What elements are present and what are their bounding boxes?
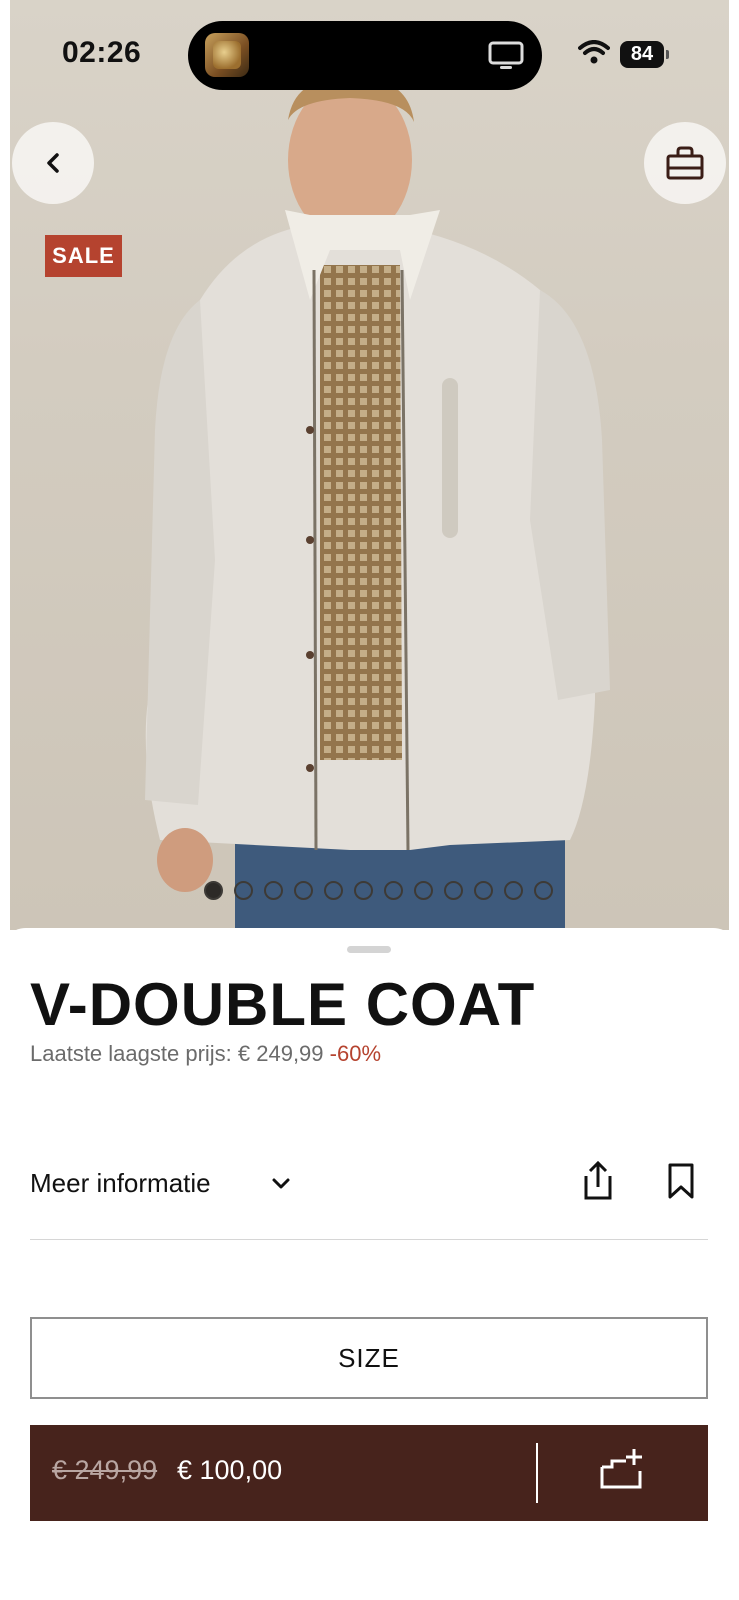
discount-label: -60%	[329, 1041, 382, 1066]
status-time: 02:26	[62, 36, 142, 69]
carousel-dot[interactable]	[354, 881, 373, 900]
sale-badge: SALE	[45, 235, 122, 277]
size-button[interactable]: SIZE	[30, 1317, 708, 1399]
chevron-down-icon[interactable]	[270, 1172, 292, 1194]
lowest-price-label: Laatste laagste prijs: € 249,99	[30, 1041, 324, 1066]
add-to-cart-bar[interactable]: € 249,99 € 100,00	[30, 1425, 708, 1521]
product-sheet: V-DOUBLE COAT Laatste laagste prijs: € 2…	[0, 928, 739, 1600]
old-price: € 249,99	[52, 1455, 158, 1485]
carousel-dot[interactable]	[264, 881, 283, 900]
product-photo	[145, 77, 610, 930]
divider	[536, 1443, 538, 1503]
share-icon[interactable]	[578, 1160, 618, 1202]
carousel-dot[interactable]	[384, 881, 403, 900]
shopping-bag-icon	[666, 146, 704, 180]
carousel-dot[interactable]	[324, 881, 343, 900]
carousel-dot[interactable]	[474, 881, 493, 900]
wifi-icon	[578, 40, 610, 64]
product-title: V-DOUBLE COAT	[30, 971, 536, 1038]
lowest-price: Laatste laagste prijs: € 249,99 -60%	[30, 1041, 381, 1067]
back-button[interactable]	[12, 122, 94, 204]
more-info-row: Meer informatie	[30, 1160, 708, 1240]
carousel-dot[interactable]	[294, 881, 313, 900]
carousel-dot[interactable]	[444, 881, 463, 900]
more-info-toggle[interactable]: Meer informatie	[30, 1168, 211, 1199]
app-icon	[205, 33, 249, 77]
new-price: € 100,00	[177, 1455, 283, 1485]
dynamic-island	[188, 21, 542, 90]
chevron-left-icon	[47, 153, 59, 173]
add-to-cart-icon[interactable]	[600, 1447, 644, 1491]
carousel-dots[interactable]	[204, 881, 553, 900]
carousel-dot[interactable]	[414, 881, 433, 900]
cart-button[interactable]	[644, 122, 726, 204]
tv-icon	[488, 41, 524, 69]
product-image[interactable]	[10, 0, 729, 930]
carousel-dot[interactable]	[504, 881, 523, 900]
carousel-dot[interactable]	[534, 881, 553, 900]
carousel-dot[interactable]	[204, 881, 223, 900]
sheet-grabber[interactable]	[347, 946, 391, 953]
carousel-dot[interactable]	[234, 881, 253, 900]
battery-icon: 84	[620, 41, 669, 68]
bookmark-icon[interactable]	[666, 1162, 696, 1200]
